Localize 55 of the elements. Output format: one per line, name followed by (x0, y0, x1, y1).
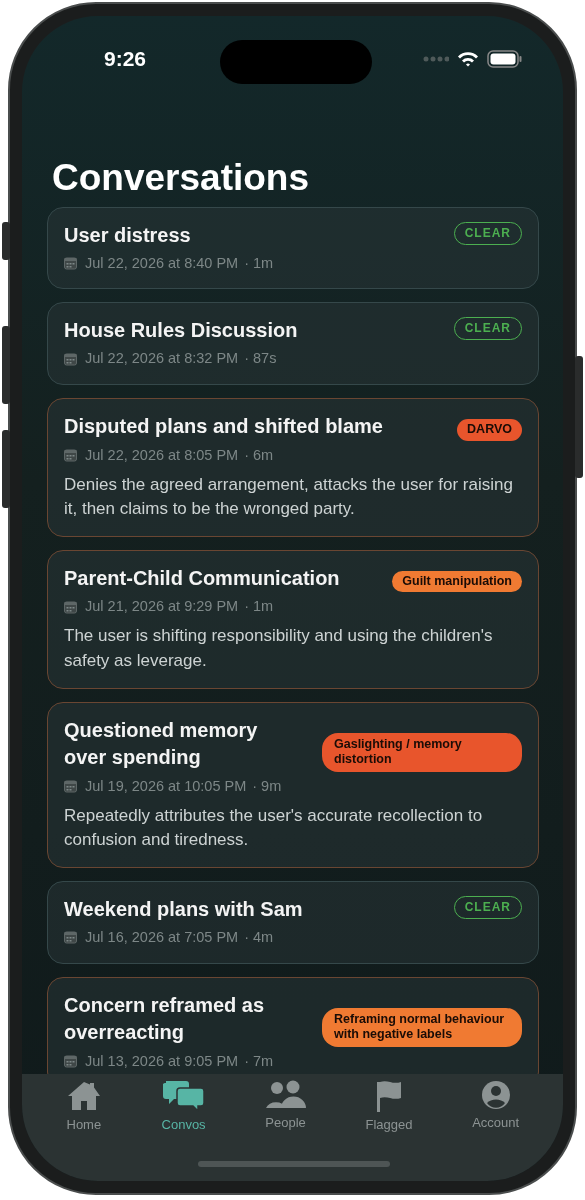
conversation-title: User distress (64, 222, 191, 248)
tab-bar-item[interactable]: People (265, 1080, 306, 1133)
conversation-card[interactable]: Questioned memory over spending Gaslighting / memory distortion Jul 19, 2026 at 10:05 PM · 9m Repeatedly attributes the user's accurate recollection to confusion and tiredness. (47, 701, 539, 868)
conversation-duration: · 1m (244, 253, 274, 273)
status-time: 9:26 (104, 46, 147, 73)
tab-bar-item[interactable]: Convos (161, 1080, 206, 1135)
chat-bubbles-icon (162, 1080, 205, 1112)
conversation-title: Weekend plans with Sam (64, 896, 303, 922)
calendar-icon (64, 931, 77, 945)
conversation-summary: Denies the agreed arrangement, attacks the user for raising it, then claims to be the wronged party. (64, 473, 514, 521)
page-title: Conversations (52, 158, 310, 199)
tab-bar-item[interactable]: Account (472, 1080, 520, 1133)
conversation-duration: · 1m (244, 597, 274, 617)
calendar-icon (64, 600, 77, 614)
conversation-card[interactable]: User distress CLEAR Jul 22, 2026 at 8:40 PM · 1m (47, 206, 539, 290)
verdict-tag: Reframing normal behaviour with negative labels (322, 1007, 522, 1047)
calendar-icon (64, 449, 77, 463)
conversation-title: Disputed plans and shifted blame (64, 414, 383, 440)
conversation-duration: · 7m (244, 1051, 274, 1071)
conversation-date: Jul 19, 2026 at 10:05 PM (85, 776, 247, 796)
verdict-tag: DARVO (457, 419, 522, 441)
wifi-icon (457, 51, 479, 67)
account-icon (480, 1080, 511, 1110)
conversation-date: Jul 13, 2026 at 9:05 PM (85, 1051, 239, 1071)
conversation-date: Jul 22, 2026 at 8:32 PM (85, 349, 239, 369)
calendar-icon (64, 257, 77, 271)
verdict-tag: Gaslighting / memory distortion (322, 732, 522, 772)
conversation-summary: The user is shifting responsibility and using the children's safety as leverage. (64, 625, 494, 672)
conversation-date: Jul 22, 2026 at 8:05 PM (85, 445, 239, 465)
tab-bar-item[interactable]: Flagged (365, 1080, 413, 1135)
battery-icon (487, 50, 523, 68)
signal-icon (423, 56, 449, 62)
tab-bar-item[interactable]: Home (65, 1080, 102, 1135)
calendar-icon (64, 1055, 77, 1069)
conversation-duration: · 6m (244, 445, 274, 465)
calendar-icon (64, 352, 77, 366)
conversation-summary: Repeatedly attributes the user's accurate recollection to confusion and tiredness. (64, 804, 484, 852)
conversation-date: Jul 22, 2026 at 8:40 PM (85, 253, 239, 273)
conversation-title: Concern reframed as overreacting (64, 992, 266, 1045)
verdict-tag: Guilt manipulation (392, 570, 522, 593)
conversation-duration: · 87s (244, 349, 277, 369)
conversation-date: Jul 21, 2026 at 9:29 PM (85, 597, 239, 617)
conversation-card[interactable]: House Rules Discussion CLEAR Jul 22, 2026 at 8:32 PM · 87s (47, 302, 539, 386)
people-icon (265, 1080, 306, 1110)
conversation-title: Parent-Child Communication (64, 565, 340, 591)
conversation-date: Jul 16, 2026 at 7:05 PM (85, 927, 239, 947)
conversation-title: Questioned memory over spending (64, 717, 259, 770)
calendar-icon (64, 780, 77, 794)
flag-icon (374, 1080, 403, 1112)
conversation-card[interactable]: Parent-Child Communication Guilt manipulation Jul 21, 2026 at 9:29 PM · 1m The user is shifting responsibility and using the children's safety as leverage. (47, 549, 539, 689)
conversation-duration: · 4m (244, 927, 274, 947)
conversation-duration: · 9m (252, 776, 282, 796)
conversation-card[interactable]: Disputed plans and shifted blame DARVO Jul 22, 2026 at 8:05 PM · 6m Denies the agreed arrangement, attacks the user for raising it, then claims to be the wronged party. (47, 398, 539, 537)
conversation-card[interactable]: Weekend plans with Sam CLEAR Jul 16, 2026 at 7:05 PM · 4m (47, 880, 539, 964)
conversation-title: House Rules Discussion (64, 318, 298, 344)
